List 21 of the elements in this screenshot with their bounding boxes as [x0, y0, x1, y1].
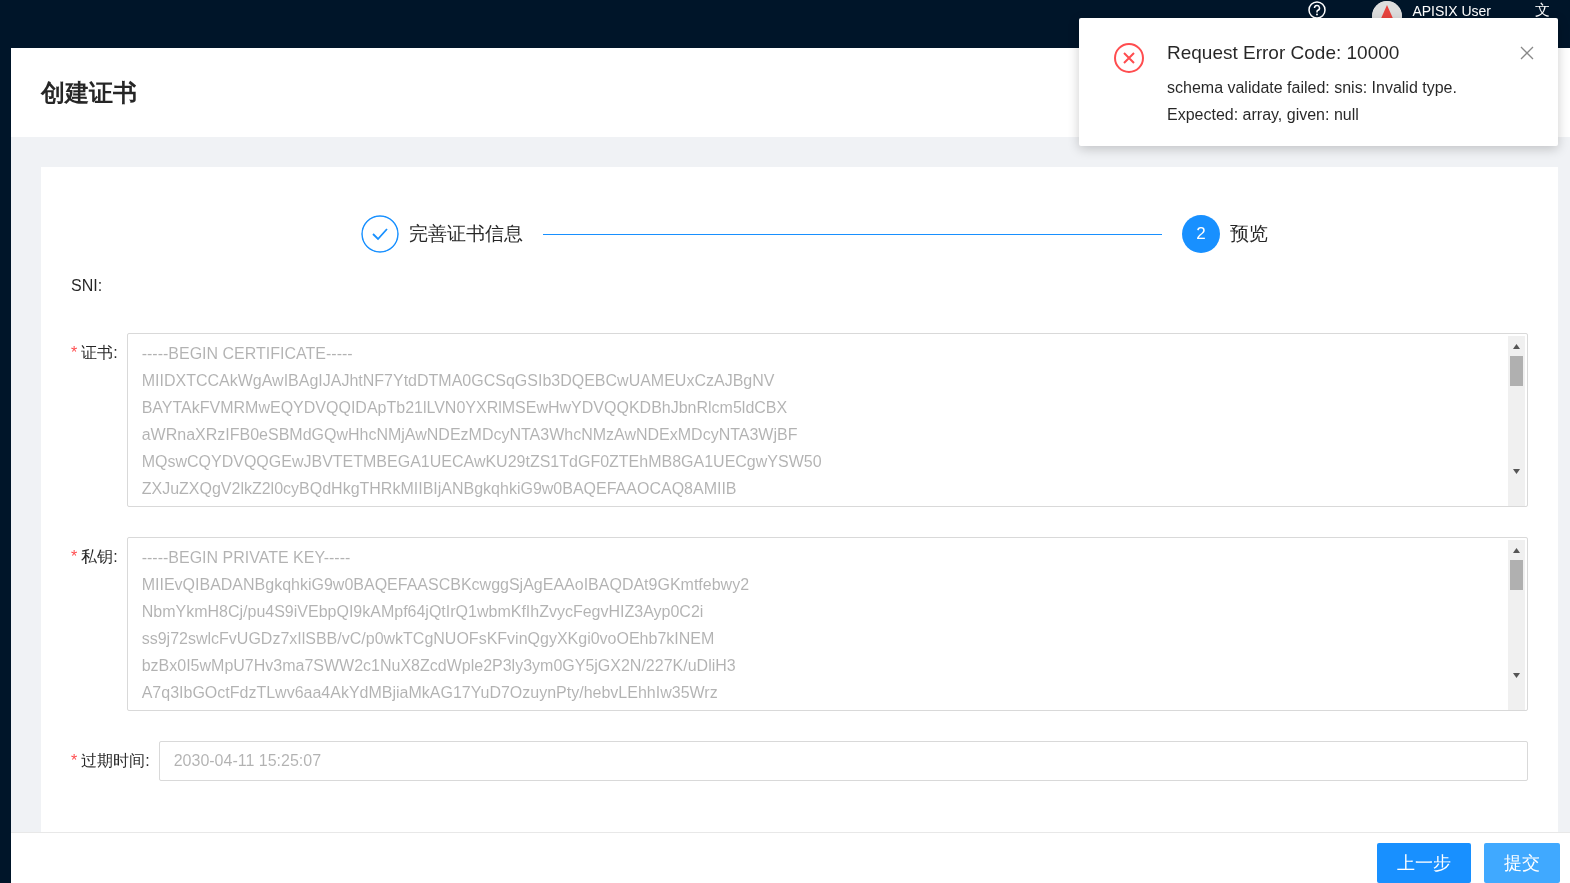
- field-label: 证书:: [81, 344, 118, 361]
- required-mark: *: [71, 752, 78, 769]
- required-mark: *: [71, 344, 78, 361]
- notification-title: Request Error Code: 10000: [1167, 42, 1401, 64]
- footer-button[interactable]: 上一步: [1377, 843, 1471, 883]
- scrollbar-icon[interactable]: [1508, 540, 1525, 710]
- close-icon[interactable]: [1520, 46, 1534, 60]
- page-title: 创建证书: [41, 77, 137, 108]
- language-icon[interactable]: 文: [1535, 2, 1550, 18]
- step-title: 预览: [1230, 222, 1268, 246]
- notification-message: schema validate failed: snis: Invalid type. Expected: array, given: null: [1167, 78, 1458, 125]
- sni-label: SNI:: [71, 277, 103, 294]
- step-title: 完善证书信息: [409, 222, 523, 246]
- step-number: 2: [1182, 215, 1220, 253]
- required-mark: *: [71, 548, 78, 565]
- field-label: 私钥:: [81, 548, 118, 565]
- field-label: 过期时间:: [81, 752, 150, 769]
- scrollbar-icon[interactable]: [1508, 336, 1525, 506]
- help-icon[interactable]: [1308, 1, 1327, 19]
- user-name[interactable]: APISIX User: [1412, 3, 1491, 19]
- error-icon: [1113, 42, 1145, 74]
